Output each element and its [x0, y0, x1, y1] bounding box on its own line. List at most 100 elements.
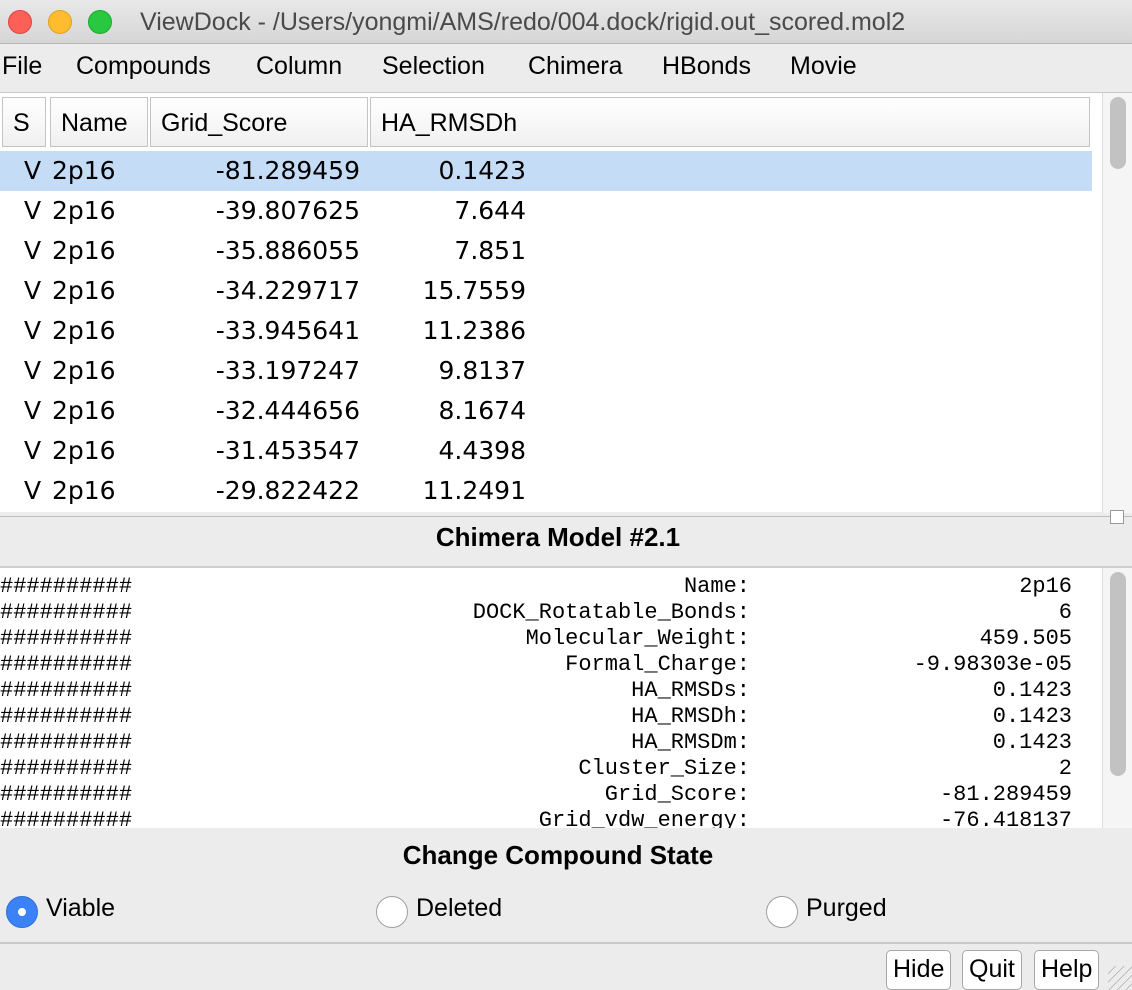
cell-state: V	[24, 156, 42, 185]
table-row[interactable]: V 2p16 -32.444656 8.1674	[0, 391, 1092, 431]
radio-viable-indicator[interactable]	[6, 896, 38, 928]
cell-name: 2p16	[52, 356, 116, 385]
detail-scrollbar[interactable]	[1102, 568, 1132, 828]
zoom-window-button[interactable]	[88, 10, 112, 34]
resize-grip-icon[interactable]	[1108, 966, 1132, 990]
detail-row-value: 459.505	[979, 626, 1072, 651]
menu-compounds[interactable]: Compounds	[76, 52, 211, 81]
detail-row-label: Grid_vdw_energy:	[538, 808, 750, 828]
cell-ha-rmsdh: 15.7559	[422, 276, 526, 305]
quit-button[interactable]: Quit	[962, 950, 1022, 990]
table-row[interactable]: V 2p16 -81.289459 0.1423	[0, 151, 1092, 191]
window-title: ViewDock - /Users/yongmi/AMS/redo/004.do…	[140, 8, 906, 36]
detail-row-label: HA_RMSDm:	[631, 730, 750, 755]
detail-row-prefix: ##########	[0, 600, 133, 625]
cell-grid-score: -33.197247	[215, 356, 360, 385]
detail-row: ########## HA_RMSDm: 0.1423	[0, 730, 1100, 756]
radio-purged-indicator[interactable]	[766, 896, 798, 928]
table-row[interactable]: V 2p16 -39.807625 7.644	[0, 191, 1092, 231]
detail-row-label: HA_RMSDh:	[631, 704, 750, 729]
title-bar: ViewDock - /Users/yongmi/AMS/redo/004.do…	[0, 0, 1132, 44]
cell-name: 2p16	[52, 436, 116, 465]
menu-selection[interactable]: Selection	[382, 52, 485, 81]
menu-hbonds[interactable]: HBonds	[662, 52, 751, 81]
column-header-ha-rmsdh[interactable]: HA_RMSDh	[370, 97, 1090, 147]
radio-purged-label: Purged	[806, 894, 887, 922]
detail-row-prefix: ##########	[0, 626, 133, 651]
cell-state: V	[24, 436, 42, 465]
detail-row-value: 0.1423	[992, 704, 1072, 729]
cell-ha-rmsdh: 7.644	[454, 196, 526, 225]
column-header-grid-score[interactable]: Grid_Score	[150, 97, 368, 147]
cell-grid-score: -81.289459	[215, 156, 360, 185]
cell-state: V	[24, 236, 42, 265]
radio-deleted-indicator[interactable]	[376, 896, 408, 928]
cell-state: V	[24, 396, 42, 425]
detail-row-label: Molecular_Weight:	[525, 626, 750, 651]
table-header: S Name Grid_Score HA_RMSDh	[2, 97, 1090, 147]
menu-movie[interactable]: Movie	[790, 52, 857, 81]
cell-ha-rmsdh: 9.8137	[438, 356, 526, 385]
cell-grid-score: -39.807625	[215, 196, 360, 225]
cell-grid-score: -35.886055	[215, 236, 360, 265]
detail-row: ########## HA_RMSDh: 0.1423	[0, 704, 1100, 730]
detail-row-label: HA_RMSDs:	[631, 678, 750, 703]
radio-deleted-label: Deleted	[416, 894, 503, 922]
detail-row: ########## Formal_Charge: -9.98303e-05	[0, 652, 1100, 678]
detail-row: ########## Grid_Score: -81.289459	[0, 782, 1100, 808]
detail-row-prefix: ##########	[0, 782, 133, 807]
table-body: V 2p16 -81.289459 0.1423 V 2p16 -39.807625 7.64…	[0, 151, 1092, 511]
detail-heading: Chimera Model #2.1	[435, 522, 681, 552]
cell-name: 2p16	[52, 276, 116, 305]
table-scrollbar-thumb[interactable]	[1110, 97, 1126, 169]
menu-file[interactable]: File	[2, 52, 42, 81]
detail-row-prefix: ##########	[0, 652, 133, 677]
detail-row-label: Name:	[683, 574, 750, 599]
compound-table: S Name Grid_Score HA_RMSDh V 2p16 -81.2894…	[0, 92, 1132, 513]
minimize-window-button[interactable]	[48, 10, 72, 34]
pane-separator	[0, 516, 1132, 517]
detail-row-value: 0.1423	[992, 730, 1072, 755]
detail-row-prefix: ##########	[0, 730, 133, 755]
cell-state: V	[24, 316, 42, 345]
detail-row-label: Grid_Score:	[604, 782, 750, 807]
detail-row: ########## Cluster_Size: 2	[0, 756, 1100, 782]
cell-state: V	[24, 476, 42, 505]
cell-name: 2p16	[52, 316, 116, 345]
state-heading: Change Compound State	[402, 840, 714, 870]
table-row[interactable]: V 2p16 -33.197247 9.8137	[0, 351, 1092, 391]
table-row[interactable]: V 2p16 -35.886055 7.851	[0, 231, 1092, 271]
detail-scrollbar-thumb[interactable]	[1110, 572, 1126, 776]
table-row[interactable]: V 2p16 -29.822422 11.2491	[0, 471, 1092, 511]
cell-ha-rmsdh: 7.851	[454, 236, 526, 265]
table-row[interactable]: V 2p16 -33.945641 11.2386	[0, 311, 1092, 351]
menu-column[interactable]: Column	[256, 52, 342, 81]
help-button[interactable]: Help	[1034, 950, 1100, 990]
table-scrollbar[interactable]	[1102, 93, 1132, 513]
cell-name: 2p16	[52, 396, 116, 425]
cell-ha-rmsdh: 8.1674	[438, 396, 526, 425]
detail-row-prefix: ##########	[0, 574, 133, 599]
cell-grid-score: -29.822422	[215, 476, 360, 505]
detail-row-prefix: ##########	[0, 756, 133, 781]
detail-row-value: 2p16	[1019, 574, 1072, 599]
menu-chimera[interactable]: Chimera	[528, 52, 622, 81]
hide-button[interactable]: Hide	[886, 950, 952, 990]
detail-row-label: Formal_Charge:	[565, 652, 750, 677]
cell-name: 2p16	[52, 476, 116, 505]
detail-row-value: -81.289459	[939, 782, 1072, 807]
cell-ha-rmsdh: 4.4398	[438, 436, 526, 465]
detail-row-prefix: ##########	[0, 678, 133, 703]
cell-ha-rmsdh: 11.2386	[422, 316, 526, 345]
detail-row-value: -9.98303e-05	[913, 652, 1072, 677]
column-header-name[interactable]: Name	[50, 97, 148, 147]
table-row[interactable]: V 2p16 -31.453547 4.4398	[0, 431, 1092, 471]
detail-row-prefix: ##########	[0, 808, 133, 828]
cell-grid-score: -31.453547	[215, 436, 360, 465]
close-window-button[interactable]	[8, 10, 32, 34]
table-row[interactable]: V 2p16 -34.229717 15.7559	[0, 271, 1092, 311]
bottom-divider	[0, 942, 1132, 944]
detail-row-prefix: ##########	[0, 704, 133, 729]
cell-grid-score: -32.444656	[215, 396, 360, 425]
column-header-s[interactable]: S	[2, 97, 46, 147]
